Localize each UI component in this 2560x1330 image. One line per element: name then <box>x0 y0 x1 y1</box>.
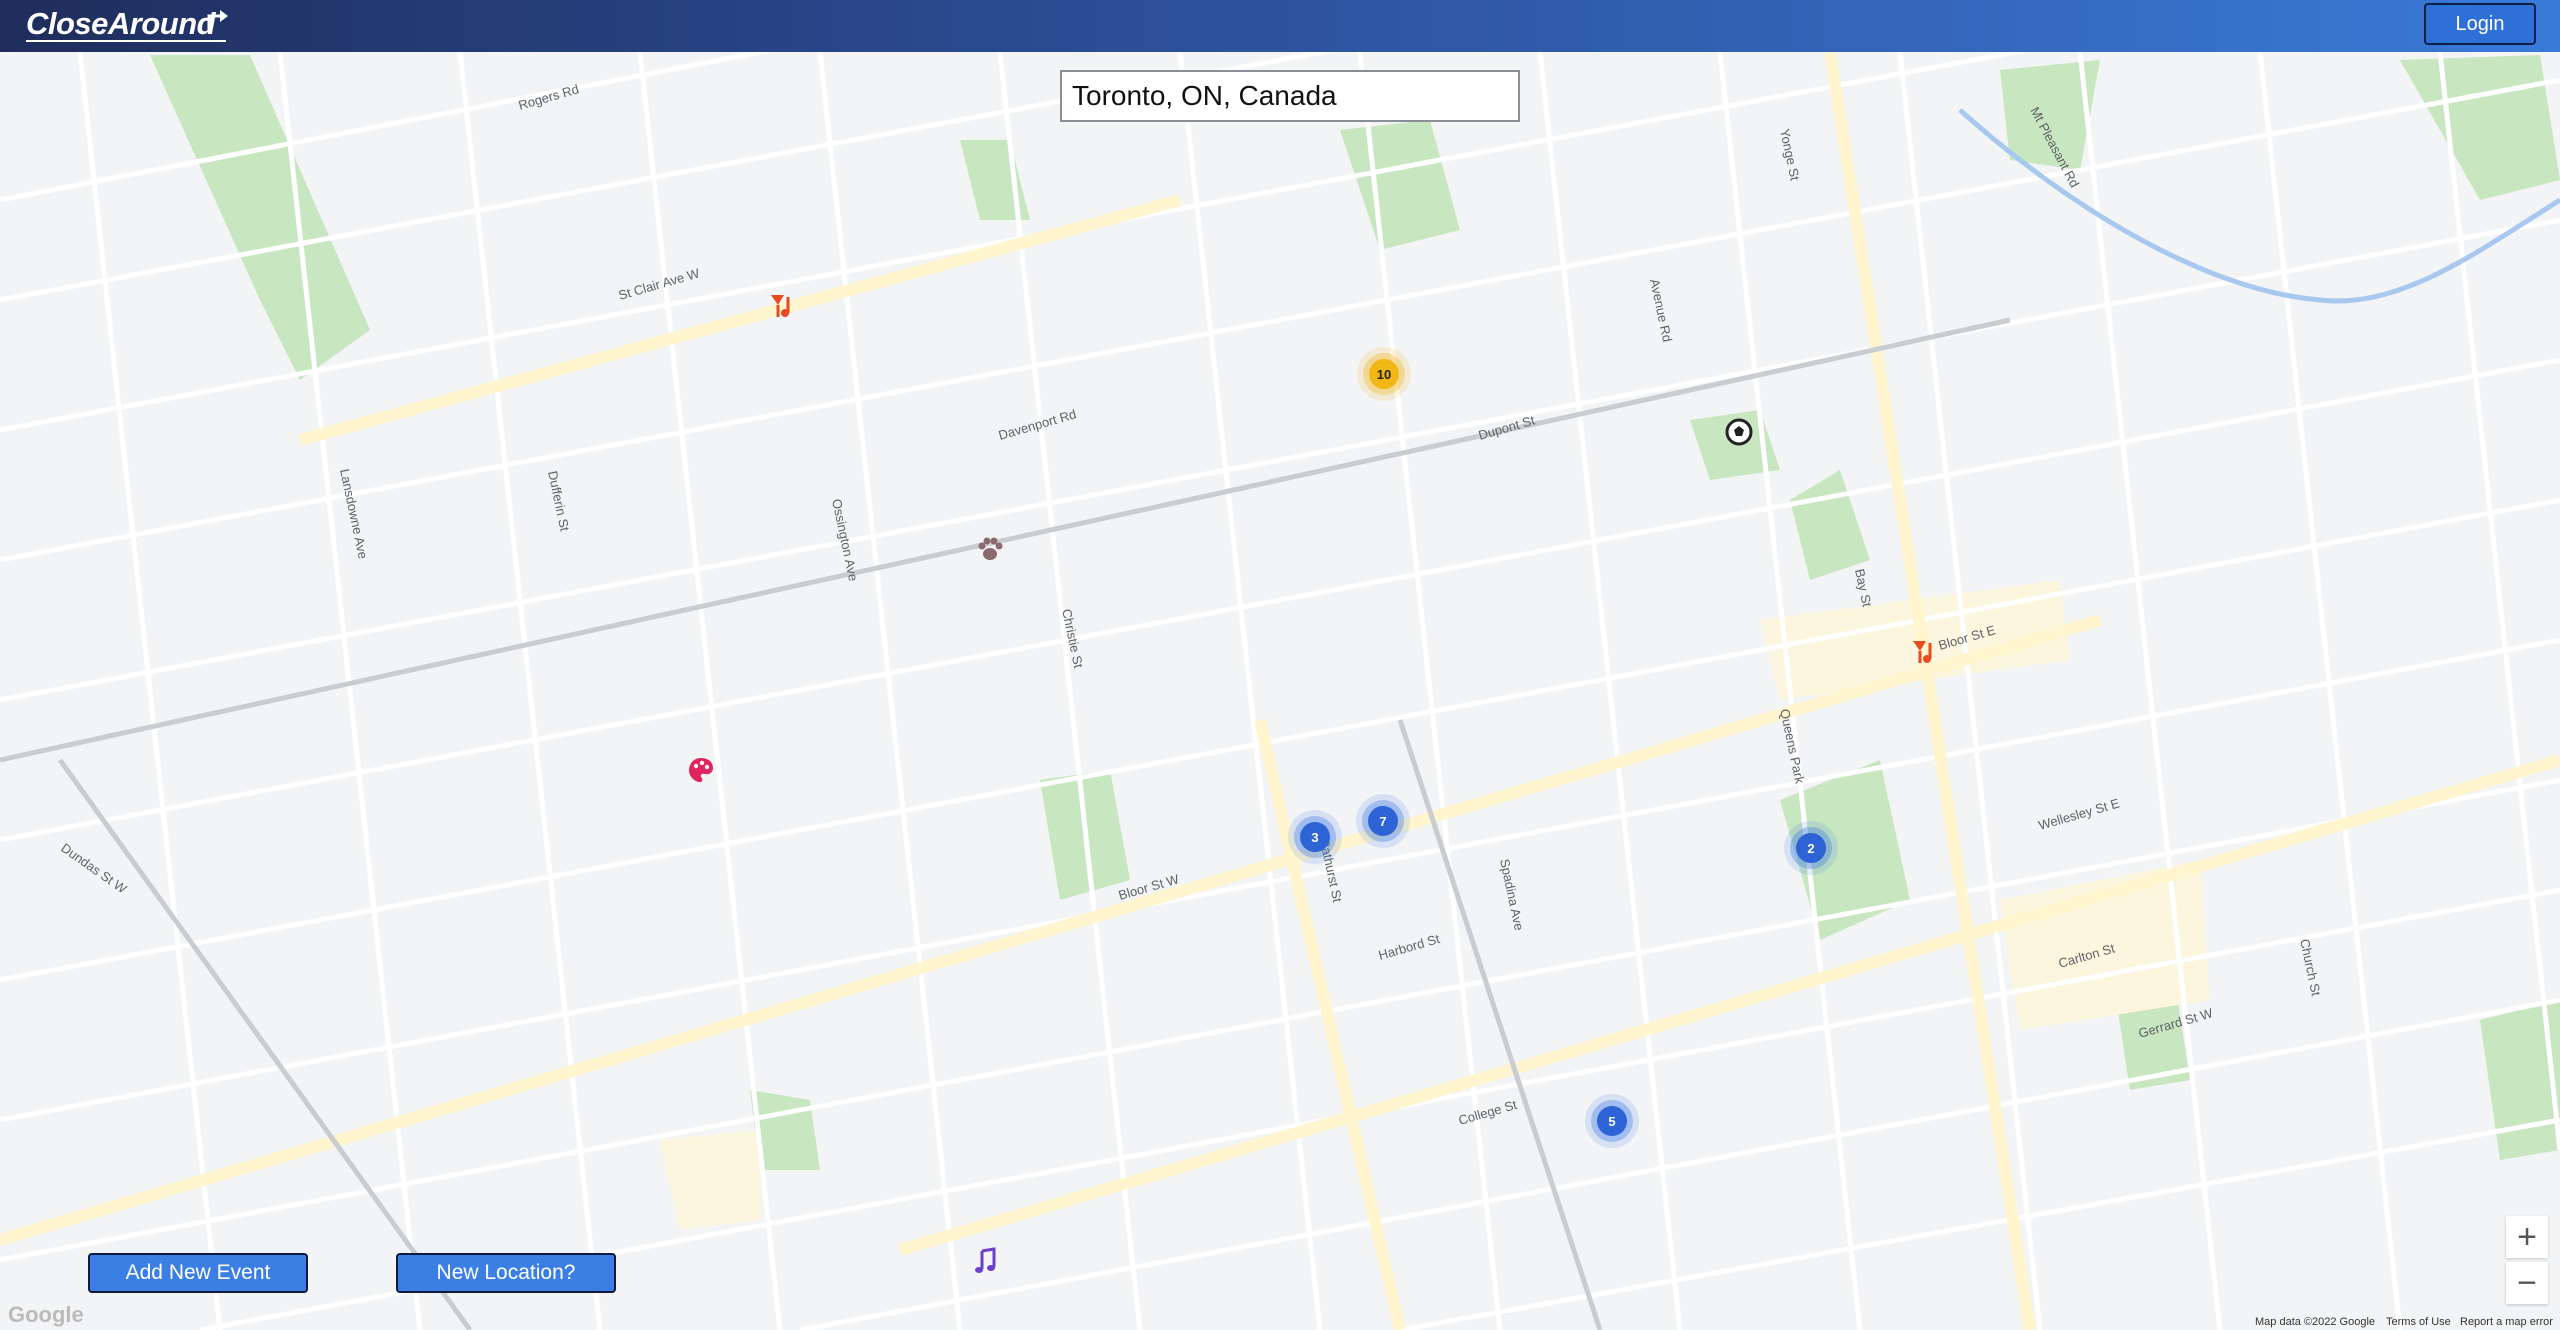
logo-underline <box>26 40 226 42</box>
map-data-text: Map data ©2022 Google <box>2255 1316 2376 1328</box>
street-labels-layer: St Clair Ave W Davenport Rd Dupont St Bl… <box>58 81 2324 1128</box>
report-map-error-link[interactable]: Report a map error <box>2460 1316 2553 1328</box>
app-header: CloseAround Login <box>0 0 2560 52</box>
street-label: Bloor St W <box>1117 871 1182 903</box>
street-label: Davenport Rd <box>997 406 1078 443</box>
app-logo[interactable]: CloseAround <box>26 6 216 42</box>
street-label: Queens Park <box>1777 708 1808 786</box>
add-new-event-button[interactable]: Add New Event <box>88 1253 308 1293</box>
street-label: Rogers Rd <box>517 81 581 113</box>
street-label: Dufferin St <box>545 470 572 533</box>
event-cluster[interactable]: 10 <box>1369 359 1399 389</box>
street-label: Gerrard St W <box>2137 1005 2215 1041</box>
logo-arrow-icon <box>207 10 228 30</box>
event-cluster[interactable]: 7 <box>1368 806 1398 836</box>
palette-icon[interactable] <box>686 755 716 791</box>
street-label: Harbord St <box>1377 931 1442 963</box>
street-label: Yonge St <box>1777 128 1803 183</box>
zoom-in-button[interactable]: + <box>2506 1216 2548 1258</box>
street-label: Bay St <box>1852 568 1875 609</box>
event-cluster[interactable]: 2 <box>1796 833 1826 863</box>
google-logo: Google <box>8 1302 84 1327</box>
street-label: Carlton St <box>2057 940 2117 970</box>
terms-link[interactable]: Terms of Use <box>2386 1316 2451 1328</box>
street-label: Avenue Rd <box>1647 278 1675 344</box>
street-label: Bloor St E <box>1937 622 1998 653</box>
street-label: Church St <box>2297 938 2324 998</box>
street-label: Ossington Ave <box>829 498 861 583</box>
music-stand-icon[interactable] <box>768 291 798 327</box>
soccer-ball-icon[interactable] <box>1724 417 1754 453</box>
street-label: College St <box>1457 1097 1519 1128</box>
street-label: Spadina Ave <box>1497 858 1527 932</box>
street-label: Mt Pleasant Rd <box>2027 104 2082 190</box>
new-location-button[interactable]: New Location? <box>396 1253 616 1293</box>
event-cluster[interactable]: 3 <box>1300 822 1330 852</box>
event-cluster[interactable]: 5 <box>1597 1106 1627 1136</box>
zoom-out-button[interactable]: − <box>2506 1262 2548 1304</box>
street-label: Lansdowne Ave <box>337 468 371 561</box>
street-label: Dundas St W <box>58 840 130 897</box>
location-search-input[interactable] <box>1060 70 1520 122</box>
street-label: Christie St <box>1059 608 1086 670</box>
map-canvas[interactable]: St Clair Ave W Davenport Rd Dupont St Bl… <box>0 52 2560 1330</box>
music-stand-icon[interactable] <box>1910 637 1940 673</box>
street-label: St Clair Ave W <box>617 265 702 303</box>
street-label: Wellesley St E <box>2037 795 2122 833</box>
paw-icon[interactable] <box>975 534 1005 570</box>
login-button[interactable]: Login <box>2424 3 2536 45</box>
street-label: Dupont St <box>1477 412 1537 442</box>
music-note-icon[interactable] <box>970 1247 1000 1283</box>
